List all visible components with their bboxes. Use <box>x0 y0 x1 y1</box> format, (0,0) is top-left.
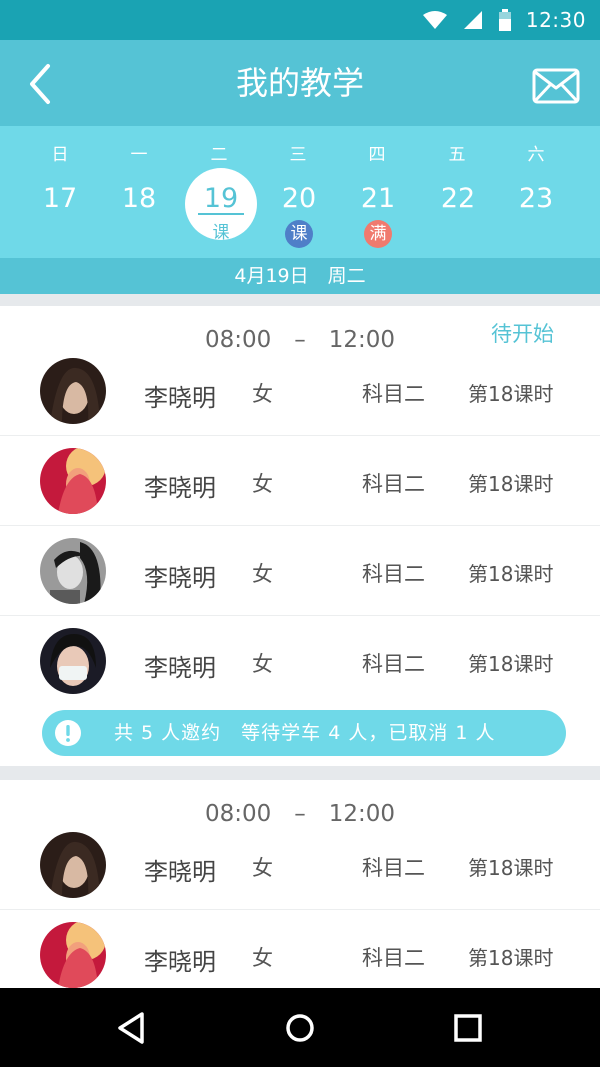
day-number: 18 <box>121 183 157 214</box>
status-bar: 12:30 <box>0 0 600 40</box>
nav-recents-button[interactable] <box>448 1008 488 1048</box>
session-card: 08:00 – 12:00 待开始 李晓明 女 科目二 第18课时 李晓明 女 … <box>0 306 600 766</box>
session-time-range: 08:00 – 12:00 <box>204 801 396 827</box>
student-lesson: 第18课时 <box>468 562 554 586</box>
divider <box>198 213 244 215</box>
student-gender: 女 <box>252 652 273 676</box>
weekday-label: 三 <box>289 145 307 165</box>
avatar <box>40 628 106 694</box>
student-row[interactable]: 李晓明 女 科目二 第18课时 <box>0 358 600 436</box>
avatar <box>40 922 106 988</box>
day-cell[interactable]: 23 <box>496 180 576 250</box>
app-header: 我的教学 <box>0 40 600 126</box>
weekday-label: 日 <box>51 145 69 165</box>
student-lesson: 第18课时 <box>468 382 554 406</box>
session-status: 待开始 <box>491 322 554 346</box>
weekday-label: 四 <box>368 145 386 165</box>
invitation-summary-bar[interactable]: 共 5 人邀约 等待学车 4 人，已取消 1 人 <box>42 710 566 756</box>
student-name: 李晓明 <box>144 474 216 502</box>
day-cell[interactable]: 22 <box>418 180 498 250</box>
student-name: 李晓明 <box>144 654 216 682</box>
student-row[interactable]: 李晓明 女 科目二 第18课时 <box>0 616 600 706</box>
student-lesson: 第18课时 <box>468 472 554 496</box>
day-number: 21 <box>360 183 396 214</box>
nav-back-icon <box>118 1012 144 1044</box>
student-row[interactable]: 李晓明 女 科目二 第18课时 <box>0 436 600 526</box>
nav-home-button[interactable] <box>280 1008 320 1048</box>
weekday-label: 二 <box>210 145 228 165</box>
student-gender: 女 <box>252 946 273 970</box>
course-badge: 课 <box>285 220 313 248</box>
invitation-summary-text: 共 5 人邀约 等待学车 4 人，已取消 1 人 <box>114 722 496 744</box>
student-name: 李晓明 <box>144 564 216 592</box>
battery-icon <box>498 9 511 31</box>
mail-icon <box>532 68 580 104</box>
avatar <box>40 538 106 604</box>
student-row[interactable]: 李晓明 女 科目二 第18课时 <box>0 832 600 910</box>
student-subject: 科目二 <box>362 856 425 880</box>
weekday-header: 日 一 二 三 四 五 六 <box>0 140 600 166</box>
student-name: 李晓明 <box>144 858 216 886</box>
alert-icon <box>55 720 81 746</box>
mail-button[interactable] <box>532 68 580 104</box>
student-gender: 女 <box>252 382 273 406</box>
weekday-label: 一 <box>130 145 148 165</box>
avatar <box>40 448 106 514</box>
student-gender: 女 <box>252 472 273 496</box>
nav-recents-icon <box>454 1014 482 1042</box>
student-name: 李晓明 <box>144 384 216 412</box>
student-lesson: 第18课时 <box>468 652 554 676</box>
day-number: 20 <box>281 183 317 214</box>
back-button[interactable] <box>22 62 62 106</box>
day-number: 23 <box>518 183 554 214</box>
student-lesson: 第18课时 <box>468 856 554 880</box>
selected-date-bar: 4月19日 周二 <box>0 258 600 294</box>
page-title: 我的教学 <box>235 64 364 102</box>
wifi-icon <box>422 11 447 29</box>
student-gender: 女 <box>252 856 273 880</box>
student-row[interactable]: 李晓明 女 科目二 第18课时 <box>0 910 600 1000</box>
day-tag: 课 <box>212 223 230 243</box>
day-cell-selected[interactable]: 19 课 <box>181 168 261 250</box>
weekday-label: 五 <box>448 145 466 165</box>
day-number: 17 <box>42 183 78 214</box>
nav-home-icon <box>286 1014 314 1042</box>
week-calendar: 日 一 二 三 四 五 六 17 18 19 课 20 课 21 满 22 23 <box>0 126 600 258</box>
student-subject: 科目二 <box>362 472 425 496</box>
day-cell[interactable]: 18 <box>99 180 179 250</box>
day-cell[interactable]: 21 满 <box>338 180 418 250</box>
nav-back-button[interactable] <box>112 1008 152 1048</box>
student-subject: 科目二 <box>362 382 425 406</box>
day-cell[interactable]: 20 课 <box>259 180 339 250</box>
day-cell[interactable]: 17 <box>20 180 100 250</box>
session-card: 08:00 – 12:00 李晓明 女 科目二 第18课时 李晓明 女 科目二 … <box>0 780 600 988</box>
student-gender: 女 <box>252 562 273 586</box>
student-lesson: 第18课时 <box>468 946 554 970</box>
student-subject: 科目二 <box>362 562 425 586</box>
student-subject: 科目二 <box>362 652 425 676</box>
session-time-row: 08:00 – 12:00 <box>0 780 600 834</box>
session-time-row: 08:00 – 12:00 待开始 <box>0 306 600 360</box>
day-row: 17 18 19 课 20 课 21 满 22 23 <box>0 168 600 250</box>
signal-icon <box>463 11 482 29</box>
student-subject: 科目二 <box>362 946 425 970</box>
chevron-left-icon <box>30 64 50 104</box>
avatar <box>40 358 106 424</box>
system-nav-bar <box>0 988 600 1067</box>
student-row[interactable]: 李晓明 女 科目二 第18课时 <box>0 526 600 616</box>
avatar <box>40 832 106 898</box>
student-name: 李晓明 <box>144 948 216 976</box>
weekday-label: 六 <box>527 145 545 165</box>
full-badge: 满 <box>364 220 392 248</box>
day-number: 22 <box>440 183 476 214</box>
status-time: 12:30 <box>525 8 586 32</box>
